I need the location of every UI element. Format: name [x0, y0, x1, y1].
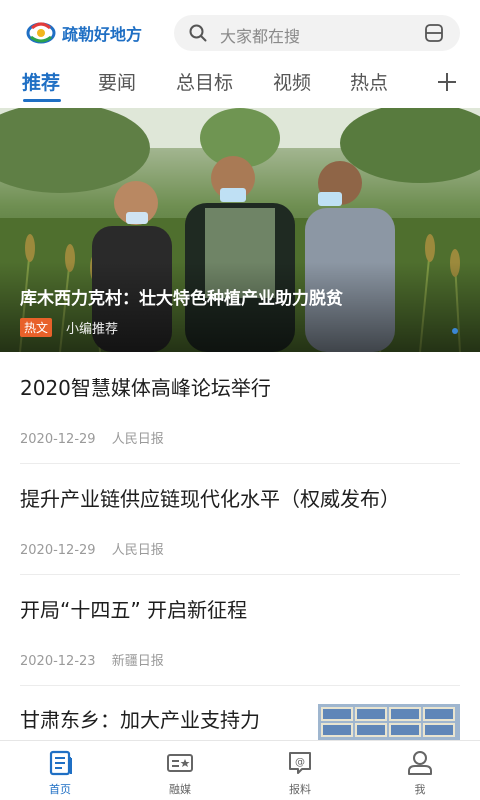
user-icon	[408, 751, 432, 775]
svg-text:@: @	[295, 757, 305, 768]
tab-hot[interactable]: 热点	[350, 68, 388, 95]
app-logo[interactable]: 疏勒好地方	[26, 18, 142, 48]
hero-source: 小编推荐	[66, 322, 119, 337]
news-thumbnail	[318, 704, 460, 740]
news-item[interactable]: 2020智慧媒体高峰论坛举行 2020-12-29 人民日报	[20, 372, 460, 447]
search-bar[interactable]: 大家都在搜	[174, 15, 460, 51]
nav-label: 首页	[49, 783, 71, 796]
news-meta: 2020-12-29 人民日报	[20, 428, 164, 447]
news-date: 2020-12-23	[20, 654, 96, 669]
news-item[interactable]: 提升产业链供应链现代化水平（权威发布） 2020-12-29 人民日报	[20, 483, 460, 558]
add-channel-icon[interactable]	[436, 71, 458, 93]
news-source: 新疆日报	[111, 654, 164, 669]
carousel-indicator	[452, 328, 458, 334]
nav-label: 融媒	[169, 783, 191, 796]
scan-icon[interactable]	[424, 23, 444, 43]
tab-general-goal[interactable]: 总目标	[176, 68, 233, 95]
tab-recommend[interactable]: 推荐	[22, 68, 60, 95]
hero-banner[interactable]: 库木西力克村：壮大特色种植产业助力脱贫 热文 小编推荐	[0, 108, 480, 352]
search-placeholder: 大家都在搜	[220, 27, 301, 46]
nav-home[interactable]: 首页	[30, 749, 90, 797]
nav-report[interactable]: @ 报料	[270, 749, 330, 797]
news-source: 人民日报	[111, 432, 164, 447]
news-date: 2020-12-29	[20, 543, 96, 558]
hero-title: 库木西力克村：壮大特色种植产业助力脱贫	[20, 289, 343, 309]
nav-label: 报料	[289, 783, 311, 796]
thumbnail-image	[318, 704, 460, 740]
news-title: 开局“十四五” 开启新征程	[20, 598, 248, 622]
nav-me[interactable]: 我	[390, 749, 450, 797]
home-doc-icon	[49, 750, 72, 776]
news-title: 甘肃东乡：加大产业支持力	[20, 708, 260, 732]
divider	[20, 463, 460, 464]
category-tabs: 推荐 要闻 总目标 视频 热点	[0, 64, 480, 106]
divider	[20, 685, 460, 686]
logo-icon	[26, 22, 56, 44]
news-source: 人民日报	[111, 543, 164, 558]
news-title: 提升产业链供应链现代化水平（权威发布）	[20, 487, 400, 511]
report-at-icon: @	[289, 752, 311, 774]
tab-headlines[interactable]: 要闻	[98, 68, 136, 95]
active-tab-indicator	[23, 99, 61, 102]
hot-badge: 热文	[20, 318, 53, 337]
nav-label: 我	[414, 783, 426, 796]
news-date: 2020-12-29	[20, 432, 96, 447]
search-icon	[189, 24, 207, 42]
app-name: 疏勒好地方	[62, 25, 143, 44]
news-item[interactable]: 开局“十四五” 开启新征程 2020-12-23 新疆日报	[20, 594, 460, 669]
bottom-nav: 首页 融媒 @ 报料 我	[0, 740, 480, 800]
news-item-partial[interactable]: 甘肃东乡：加大产业支持力	[20, 704, 300, 736]
divider	[20, 574, 460, 575]
media-card-icon	[167, 754, 193, 772]
news-meta: 2020-12-29 人民日报	[20, 539, 164, 558]
app-header: 疏勒好地方 大家都在搜	[0, 0, 480, 64]
tab-video[interactable]: 视频	[273, 68, 311, 95]
news-title: 2020智慧媒体高峰论坛举行	[20, 376, 271, 400]
nav-media[interactable]: 融媒	[150, 749, 210, 797]
news-meta: 2020-12-23 新疆日报	[20, 650, 164, 669]
